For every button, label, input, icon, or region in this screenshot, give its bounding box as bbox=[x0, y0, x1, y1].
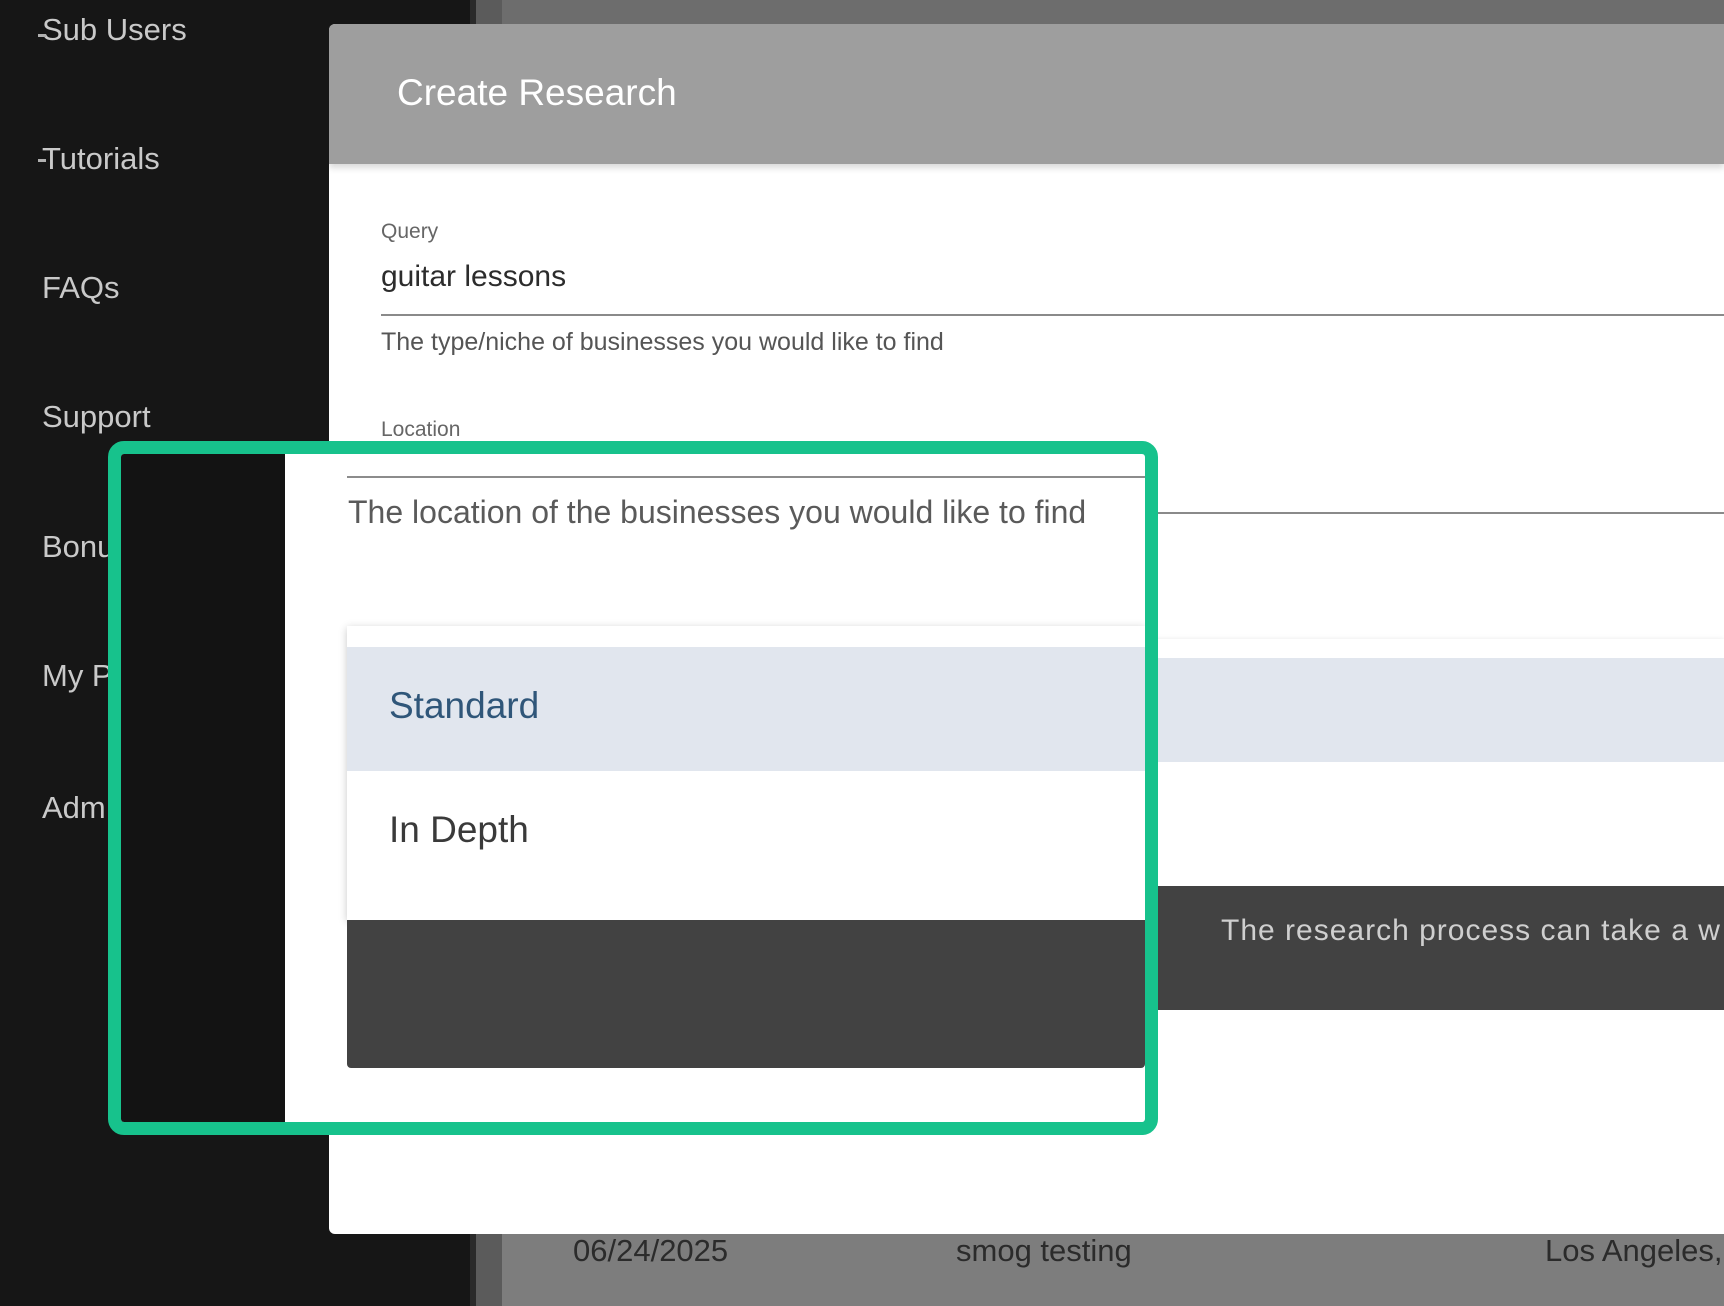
zoom-notice-bar bbox=[347, 920, 1145, 1068]
option-standard-label: Standard bbox=[389, 685, 540, 726]
query-label: Query bbox=[381, 220, 439, 243]
sidebar-item-label: Bonu bbox=[42, 529, 115, 564]
sidebar-item-label: Support bbox=[42, 399, 151, 434]
sidebar-item-faqs[interactable]: FAQs bbox=[42, 270, 120, 306]
research-type-dropdown[interactable]: Standard In Depth bbox=[347, 626, 1145, 920]
sidebar-item-bonuses[interactable]: Bonu bbox=[42, 529, 114, 565]
location-label: Location bbox=[381, 418, 461, 441]
sidebar-item-tutorials[interactable]: Tutorials bbox=[38, 141, 160, 177]
sidebar-item-support[interactable]: Support bbox=[42, 399, 151, 435]
sidebar-item-label: FAQs bbox=[42, 270, 120, 305]
sidebar-item-my-profile[interactable]: My P bbox=[42, 658, 113, 694]
modal-title: Create Research bbox=[397, 72, 677, 113]
sidebar-item-admin[interactable]: Adm bbox=[42, 790, 106, 826]
sidebar-item-label: Tutorials bbox=[42, 141, 160, 176]
table-cell-name: smog testing bbox=[956, 1233, 1132, 1268]
sidebar-item-bullet-icon bbox=[38, 34, 46, 37]
zoom-highlight-panel: The location of the businesses you would… bbox=[108, 441, 1158, 1135]
option-in-depth[interactable]: In Depth bbox=[347, 771, 1145, 895]
sidebar-item-sub-users[interactable]: Sub Users bbox=[38, 12, 187, 48]
sidebar-item-label: My P bbox=[42, 658, 113, 693]
option-in-depth-label: In Depth bbox=[389, 809, 529, 850]
sidebar-item-label: Adm bbox=[42, 790, 106, 825]
sidebar-item-label: Sub Users bbox=[42, 12, 187, 47]
query-hint: The type/niche of businesses you would l… bbox=[381, 328, 944, 356]
sidebar-item-bullet-icon bbox=[38, 159, 46, 162]
table-cell-location: Los Angeles,C bbox=[1545, 1233, 1724, 1268]
query-input[interactable]: guitar lessons bbox=[381, 260, 566, 294]
location-hint: The location of the businesses you would… bbox=[348, 494, 1087, 530]
table-cell-date: 06/24/2025 bbox=[573, 1233, 729, 1268]
option-standard[interactable]: Standard bbox=[347, 647, 1145, 771]
location-underline bbox=[347, 476, 1145, 478]
research-type-option-highlight bbox=[1133, 658, 1724, 762]
modal-header: Create Research bbox=[329, 24, 1724, 164]
notice-text: The research process can take a w bbox=[1221, 914, 1721, 947]
zoom-sidebar-region bbox=[121, 454, 285, 1122]
notice-bar bbox=[1133, 886, 1724, 1010]
query-underline bbox=[381, 314, 1724, 316]
